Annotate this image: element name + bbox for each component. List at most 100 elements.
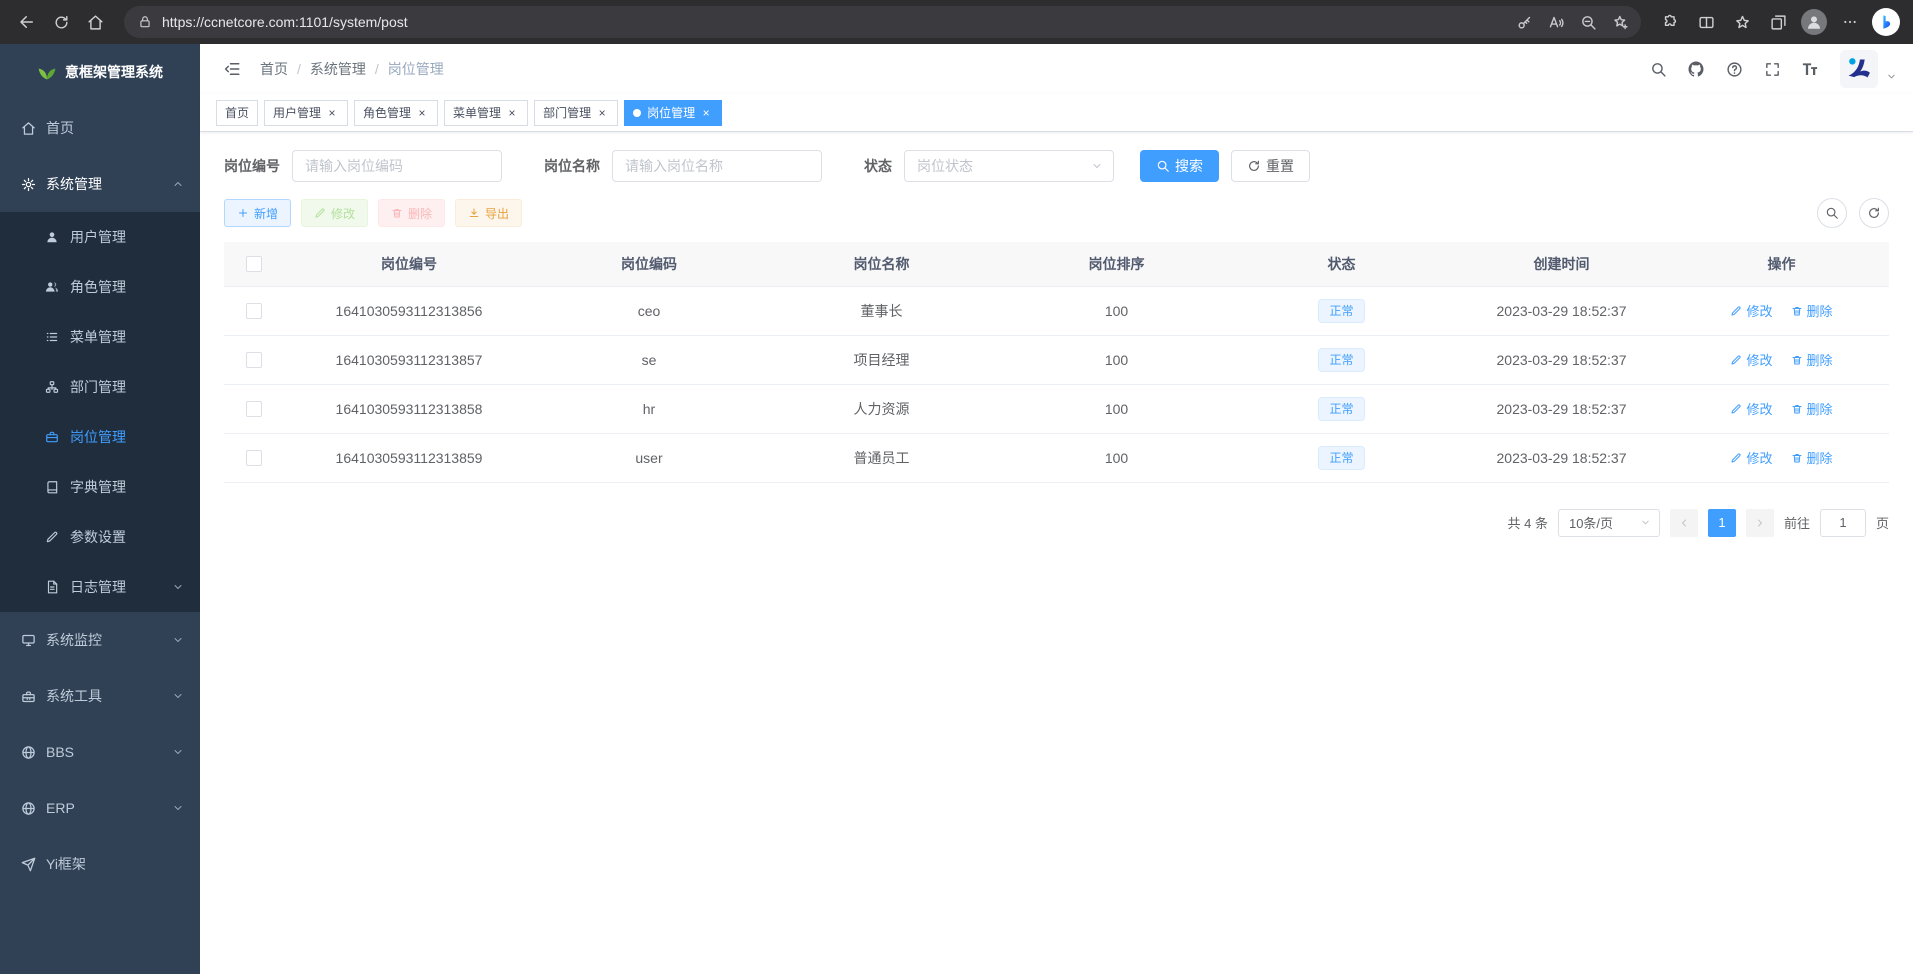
- post-code-input[interactable]: [292, 150, 502, 182]
- tab-close-icon[interactable]: ×: [325, 106, 339, 120]
- row-delete-button[interactable]: 删除: [1791, 301, 1833, 320]
- tab-menu-management[interactable]: 菜单管理 ×: [444, 100, 528, 126]
- row-delete-button[interactable]: 删除: [1791, 448, 1833, 467]
- zoom-out-icon: [1580, 14, 1597, 31]
- row-checkbox[interactable]: [246, 450, 262, 466]
- search-button[interactable]: 搜索: [1140, 150, 1219, 182]
- gear-icon: [20, 176, 36, 192]
- cell-post-name: 项目经理: [764, 335, 999, 384]
- extensions-button[interactable]: [1653, 5, 1687, 39]
- row-delete-button[interactable]: 删除: [1791, 399, 1833, 418]
- prev-page-button[interactable]: [1670, 509, 1698, 537]
- github-link-button[interactable]: [1680, 53, 1712, 85]
- page-1-button[interactable]: 1: [1708, 509, 1736, 537]
- fullscreen-button[interactable]: [1756, 53, 1788, 85]
- sidebar-item-user-management[interactable]: 用户管理: [0, 212, 200, 262]
- goto-page-input[interactable]: [1820, 509, 1866, 537]
- help-button[interactable]: [1718, 53, 1750, 85]
- tab-role-management[interactable]: 角色管理 ×: [354, 100, 438, 126]
- chevron-down-icon[interactable]: [1886, 71, 1897, 82]
- sidebar-item-parameter-settings[interactable]: 参数设置: [0, 512, 200, 562]
- address-bar[interactable]: https://ccnetcore.com:1101/system/post: [124, 6, 1641, 38]
- sidebar-item-dict-management[interactable]: 字典管理: [0, 462, 200, 512]
- sidebar-item-role-management[interactable]: 角色管理: [0, 262, 200, 312]
- saved-passwords-button[interactable]: [1509, 7, 1539, 37]
- post-management-page: 岗位编号 岗位名称 状态 岗位状态 搜索: [200, 132, 1913, 974]
- sidebar-item-system-monitor[interactable]: 系统监控: [0, 612, 200, 668]
- arrow-left-icon: [18, 13, 36, 31]
- edit-button[interactable]: 修改: [301, 199, 368, 227]
- tab-user-management[interactable]: 用户管理 ×: [264, 100, 348, 126]
- app-logo[interactable]: 意框架管理系统: [0, 44, 200, 100]
- tab-close-icon[interactable]: ×: [699, 106, 713, 120]
- sidebar-item-system-management[interactable]: 系统管理: [0, 156, 200, 212]
- sidebar-item-post-management[interactable]: 岗位管理: [0, 412, 200, 462]
- user-avatar[interactable]: [1840, 50, 1878, 88]
- sidebar-item-log-management[interactable]: 日志管理: [0, 562, 200, 612]
- browser-back-button[interactable]: [10, 5, 44, 39]
- export-button[interactable]: 导出: [455, 199, 522, 227]
- add-button[interactable]: 新增: [224, 199, 291, 227]
- breadcrumb-home[interactable]: 首页: [260, 59, 288, 79]
- row-checkbox[interactable]: [246, 303, 262, 319]
- browser-profile-button[interactable]: [1797, 5, 1831, 39]
- pagination-total: 共 4 条: [1508, 513, 1548, 532]
- select-all-checkbox[interactable]: [246, 256, 262, 272]
- refresh-table-button[interactable]: [1859, 198, 1889, 228]
- status-badge: 正常: [1318, 299, 1364, 323]
- sidebar-item-dept-management[interactable]: 部门管理: [0, 362, 200, 412]
- browser-refresh-button[interactable]: [44, 5, 78, 39]
- table-header-row: 岗位编号 岗位编码 岗位名称 岗位排序 状态 创建时间 操作: [224, 242, 1889, 286]
- browser-menu-button[interactable]: [1833, 5, 1867, 39]
- page-size-select[interactable]: 10条/页: [1558, 509, 1660, 537]
- sidebar-item-erp[interactable]: ERP: [0, 780, 200, 836]
- row-checkbox[interactable]: [246, 352, 262, 368]
- tab-post-management[interactable]: 岗位管理 ×: [624, 100, 722, 126]
- edit-icon: [44, 529, 60, 545]
- zoom-out-button[interactable]: [1573, 7, 1603, 37]
- reset-button[interactable]: 重置: [1231, 150, 1310, 182]
- table-row: 1641030593112313858 hr 人力资源 100 正常 2023-…: [224, 384, 1889, 433]
- row-edit-button[interactable]: 修改: [1730, 350, 1772, 369]
- sidebar-fold-button[interactable]: [216, 53, 248, 85]
- tab-home[interactable]: 首页: [216, 100, 258, 126]
- sidebar-item-menu-management[interactable]: 菜单管理: [0, 312, 200, 362]
- bing-sidebar-button[interactable]: [1869, 5, 1903, 39]
- header-search-button[interactable]: [1642, 53, 1674, 85]
- sidebar-item-system-tools[interactable]: 系统工具: [0, 668, 200, 724]
- tab-close-icon[interactable]: ×: [415, 106, 429, 120]
- status-select[interactable]: 岗位状态: [904, 150, 1114, 182]
- lock-icon[interactable]: [138, 15, 152, 29]
- post-name-input[interactable]: [612, 150, 822, 182]
- font-size-button[interactable]: [1794, 53, 1826, 85]
- sidebar-item-yi-framework[interactable]: Yi框架: [0, 836, 200, 892]
- status-badge: 正常: [1318, 397, 1364, 421]
- split-screen-button[interactable]: [1689, 5, 1723, 39]
- next-page-button[interactable]: [1746, 509, 1774, 537]
- row-checkbox[interactable]: [246, 401, 262, 417]
- trash-icon: [1791, 305, 1803, 317]
- row-edit-button[interactable]: 修改: [1730, 399, 1772, 418]
- sidebar-item-home[interactable]: 首页: [0, 100, 200, 156]
- collections-button[interactable]: [1761, 5, 1795, 39]
- toggle-search-button[interactable]: [1817, 198, 1847, 228]
- row-edit-button[interactable]: 修改: [1730, 301, 1772, 320]
- breadcrumb-system[interactable]: 系统管理: [310, 59, 366, 79]
- org-tree-icon: [44, 379, 60, 395]
- tab-close-icon[interactable]: ×: [505, 106, 519, 120]
- add-favorite-button[interactable]: [1605, 7, 1635, 37]
- read-aloud-button[interactable]: [1541, 7, 1571, 37]
- chevron-down-icon: [1640, 517, 1651, 528]
- browser-home-button[interactable]: [78, 5, 112, 39]
- tab-close-icon[interactable]: ×: [595, 106, 609, 120]
- row-edit-button[interactable]: 修改: [1730, 448, 1772, 467]
- cell-create-time: 2023-03-29 18:52:37: [1449, 286, 1674, 335]
- sidebar-item-bbs[interactable]: BBS: [0, 724, 200, 780]
- row-delete-button[interactable]: 删除: [1791, 350, 1833, 369]
- column-header-actions: 操作: [1674, 242, 1889, 286]
- tab-dept-management[interactable]: 部门管理 ×: [534, 100, 618, 126]
- delete-button[interactable]: 删除: [378, 199, 445, 227]
- trash-icon: [391, 207, 403, 219]
- profile-avatar: [1801, 9, 1827, 35]
- favorites-button[interactable]: [1725, 5, 1759, 39]
